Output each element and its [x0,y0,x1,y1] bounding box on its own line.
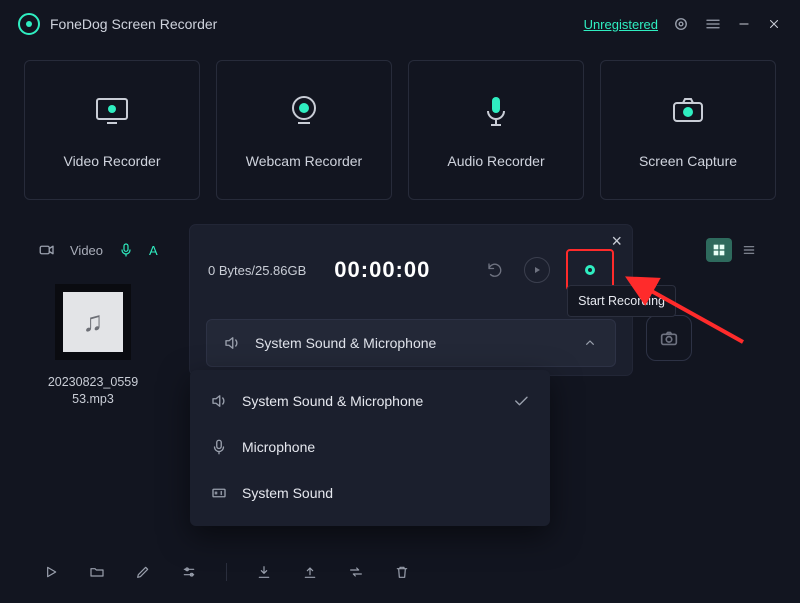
camera-icon [668,91,708,131]
tab-video[interactable]: Video [70,243,103,258]
settings-gear-icon[interactable] [672,15,690,33]
audio-source-dropdown: System Sound & Microphone Microphone Sys… [190,370,550,526]
bottom-toolbar [42,563,411,581]
edit-pencil-icon[interactable] [134,563,152,581]
play-preview-icon[interactable] [524,257,550,283]
recording-timer: 00:00:00 [334,257,430,283]
dropdown-option-label: Microphone [242,439,530,455]
dropdown-option[interactable]: Microphone [196,424,544,470]
menu-hamburger-icon[interactable] [704,15,722,33]
start-recording-tooltip: Start Recording [567,285,676,317]
camera-toggle-button[interactable] [646,315,692,361]
close-icon[interactable]: × [611,231,622,252]
close-button[interactable] [766,16,782,32]
undo-icon[interactable] [482,257,508,283]
dropdown-option[interactable]: System Sound [196,470,544,516]
share-icon[interactable] [301,563,319,581]
play-icon[interactable] [42,563,60,581]
webcam-icon [284,91,324,131]
divider [226,563,227,581]
microphone-icon [476,91,516,131]
app-logo-icon [18,13,40,35]
recording-panel: × 0 Bytes/25.86GB 00:00:00 System Sound … [190,225,632,375]
video-camera-icon [38,241,56,259]
mode-label: Audio Recorder [447,153,544,169]
speaker-icon [223,334,241,352]
dropdown-option-label: System Sound & Microphone [242,393,498,409]
sound-card-icon [210,484,228,502]
mode-row: Video Recorder Webcam Recorder Audio Rec… [0,48,800,200]
view-list-button[interactable] [736,238,762,262]
audio-source-select[interactable]: System Sound & Microphone [206,319,616,367]
titlebar: FoneDog Screen Recorder Unregistered [0,0,800,48]
register-link[interactable]: Unregistered [584,17,658,32]
storage-text: 0 Bytes/25.86GB [208,263,306,278]
dropdown-option[interactable]: System Sound & Microphone [196,378,544,424]
mode-audio-recorder[interactable]: Audio Recorder [408,60,584,200]
file-thumbnail: ♫ [55,284,131,360]
speaker-icon [210,392,228,410]
tab-audio[interactable]: A [149,243,158,258]
mode-label: Screen Capture [639,153,737,169]
microphone-icon [210,438,228,456]
mode-screen-capture[interactable]: Screen Capture [600,60,776,200]
file-item[interactable]: ♫ 20230823_0559 53.mp3 [38,274,148,408]
app-title: FoneDog Screen Recorder [50,16,217,32]
monitor-icon [92,91,132,131]
mode-webcam-recorder[interactable]: Webcam Recorder [216,60,392,200]
file-name: 20230823_0559 [38,374,148,391]
folder-icon[interactable] [88,563,106,581]
check-icon [512,392,530,410]
dropdown-option-label: System Sound [242,485,530,501]
view-grid-button[interactable] [706,238,732,262]
record-dot-icon [585,265,595,275]
sliders-icon[interactable] [180,563,198,581]
mode-video-recorder[interactable]: Video Recorder [24,60,200,200]
minimize-button[interactable] [736,16,752,32]
file-name: 53.mp3 [38,391,148,408]
audio-mic-icon [117,241,135,259]
download-icon[interactable] [255,563,273,581]
mode-label: Webcam Recorder [246,153,362,169]
convert-icon[interactable] [347,563,365,581]
chevron-up-icon [581,334,599,352]
audio-source-selected: System Sound & Microphone [255,335,567,351]
music-note-icon: ♫ [83,303,104,341]
trash-icon[interactable] [393,563,411,581]
mode-label: Video Recorder [63,153,160,169]
